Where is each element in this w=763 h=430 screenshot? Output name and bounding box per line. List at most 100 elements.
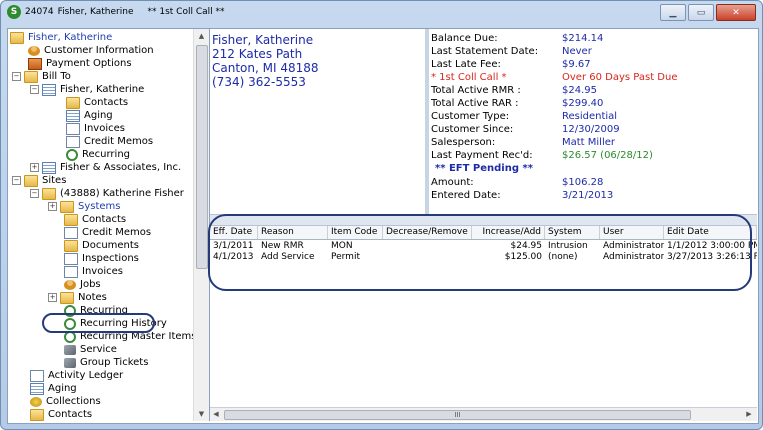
last-statement-label: Last Statement Date: bbox=[431, 46, 539, 57]
tree-item-label: Systems bbox=[78, 201, 121, 212]
total-rmr-label: Total Active RMR : bbox=[431, 85, 521, 96]
scroll-up-icon[interactable]: ▲ bbox=[194, 29, 209, 43]
tree-item-label: Service bbox=[80, 344, 117, 355]
last-late-fee-label: Last Late Fee: bbox=[431, 59, 501, 70]
tree-item-customer-information[interactable]: Customer Information bbox=[28, 44, 154, 57]
tree-item-collections[interactable]: Collections bbox=[30, 395, 101, 408]
total-rmr-value: $24.95 bbox=[562, 85, 597, 96]
tree-item-label: Fisher & Associates, Inc. bbox=[60, 162, 182, 173]
tree-item-notes[interactable]: + Notes bbox=[48, 291, 107, 304]
account-summary-panel: Balance Due: $214.14 Last Statement Date… bbox=[429, 29, 757, 214]
folder-icon bbox=[60, 291, 74, 304]
tree-item-label: Aging bbox=[48, 383, 77, 394]
amount-value: $106.28 bbox=[562, 177, 604, 188]
balance-due-value: $214.14 bbox=[562, 33, 604, 44]
tree-item-label: Credit Memos bbox=[84, 136, 154, 147]
recurring-history-callout bbox=[42, 313, 155, 333]
wrench-icon bbox=[64, 357, 76, 368]
scroll-left-icon[interactable]: ◀ bbox=[210, 408, 222, 420]
tree-item-label: Notes bbox=[78, 292, 107, 303]
folder-icon bbox=[42, 187, 56, 200]
tree-item-bill-to[interactable]: − Bill To bbox=[12, 70, 71, 83]
navigation-tree: Fisher, Katherine Customer Information P… bbox=[8, 29, 210, 421]
tree-item-label: Fisher, Katherine bbox=[60, 84, 145, 95]
tree-item-contacts[interactable]: Contacts bbox=[66, 96, 128, 109]
tree-vertical-scrollbar[interactable]: ▲ ▼ bbox=[193, 29, 209, 421]
collapse-icon[interactable]: − bbox=[30, 85, 39, 94]
doc-icon bbox=[66, 135, 80, 148]
customer-since-label: Customer Since: bbox=[431, 124, 514, 135]
tree-item-label: Payment Options bbox=[46, 58, 132, 69]
customer-since-value: 12/30/2009 bbox=[562, 124, 620, 135]
tree-item-site-contacts[interactable]: Contacts bbox=[64, 213, 126, 226]
tree-item-label: Recurring bbox=[82, 149, 130, 160]
wrench-icon bbox=[64, 344, 76, 355]
tree-item-root-contacts[interactable]: Contacts bbox=[30, 408, 92, 421]
tree-item-customer-root[interactable]: Fisher, Katherine bbox=[10, 31, 112, 44]
tree-item-sites[interactable]: − Sites bbox=[12, 174, 66, 187]
card-icon bbox=[28, 57, 42, 70]
doc-icon bbox=[64, 265, 78, 278]
last-statement-value: Never bbox=[562, 46, 592, 57]
tree-item-label: Documents bbox=[82, 240, 140, 251]
folder-icon bbox=[24, 174, 38, 187]
tree-item-label: Jobs bbox=[80, 279, 101, 290]
tree-item-activity-ledger[interactable]: Activity Ledger bbox=[30, 369, 123, 382]
grid-highlight-callout bbox=[208, 214, 752, 291]
last-payment-value: $26.57 (06/28/12) bbox=[562, 150, 653, 161]
customer-type-value: Residential bbox=[562, 111, 618, 122]
tree-item-aging[interactable]: Aging bbox=[66, 109, 113, 122]
doc-icon bbox=[64, 252, 78, 265]
grid-icon bbox=[66, 109, 80, 122]
tree-item-site-invoices[interactable]: Invoices bbox=[64, 265, 123, 278]
expand-icon[interactable]: + bbox=[48, 293, 57, 302]
tree-item-jobs[interactable]: Jobs bbox=[64, 278, 101, 291]
tree-item-label: Collections bbox=[46, 396, 101, 407]
customer-address-panel: Fisher, Katherine 212 Kates Path Canton,… bbox=[210, 29, 429, 214]
scroll-thumb[interactable]: III bbox=[224, 410, 691, 420]
minimize-button[interactable]: ▁ bbox=[660, 4, 686, 21]
tree-item-site-credit-memos[interactable]: Credit Memos bbox=[64, 226, 151, 239]
close-button[interactable]: ✕ bbox=[716, 4, 756, 21]
title-customer-id: 24074 bbox=[25, 7, 54, 17]
tree-item-label: Invoices bbox=[82, 266, 123, 277]
tree-item-documents[interactable]: Documents bbox=[64, 239, 139, 252]
tree-item-bill-to-fisher[interactable]: − Fisher, Katherine bbox=[30, 83, 144, 96]
person-icon bbox=[28, 45, 40, 56]
folder-icon bbox=[60, 200, 74, 213]
total-rar-value: $299.40 bbox=[562, 98, 604, 109]
tree-item-inspections[interactable]: Inspections bbox=[64, 252, 139, 265]
expand-icon[interactable]: + bbox=[30, 163, 39, 172]
tree-item-invoices[interactable]: Invoices bbox=[66, 122, 125, 135]
tree-item-label: Aging bbox=[84, 110, 113, 121]
grid-horizontal-scrollbar[interactable]: ◀ III ▶ bbox=[210, 407, 757, 421]
expand-icon[interactable]: + bbox=[48, 202, 57, 211]
tree-item-payment-options[interactable]: Payment Options bbox=[28, 57, 132, 70]
customer-name: Fisher, Katherine bbox=[212, 33, 314, 47]
folder-icon bbox=[30, 408, 44, 421]
scroll-thumb[interactable] bbox=[196, 45, 208, 269]
tree-item-group-tickets[interactable]: Group Tickets bbox=[64, 356, 148, 369]
tree-item-fisher-associates[interactable]: + Fisher & Associates, Inc. bbox=[30, 161, 181, 174]
tree-item-site-43888[interactable]: − (43888) Katherine Fisher bbox=[30, 187, 184, 200]
collapse-icon[interactable]: − bbox=[12, 72, 21, 81]
amount-label: Amount: bbox=[431, 177, 474, 188]
recurring-icon bbox=[66, 148, 78, 161]
maximize-button[interactable]: ▭ bbox=[688, 4, 714, 21]
tree-item-service[interactable]: Service bbox=[64, 343, 117, 356]
scroll-grip: III bbox=[454, 411, 461, 419]
scroll-right-icon[interactable]: ▶ bbox=[743, 408, 755, 420]
scroll-down-icon[interactable]: ▼ bbox=[194, 407, 209, 421]
collapse-icon[interactable]: − bbox=[12, 176, 21, 185]
collection-call-value: Over 60 Days Past Due bbox=[562, 72, 678, 83]
tree-item-recurring[interactable]: Recurring bbox=[66, 148, 130, 161]
tree-item-label: Contacts bbox=[48, 409, 93, 420]
tree-item-root-aging[interactable]: Aging bbox=[30, 382, 77, 395]
tree-item-label: Inspections bbox=[82, 253, 139, 264]
grid-icon bbox=[42, 83, 56, 96]
customer-city: Canton, MI 48188 bbox=[212, 61, 319, 75]
tree-item-credit-memos[interactable]: Credit Memos bbox=[66, 135, 153, 148]
tree-item-systems[interactable]: + Systems bbox=[48, 200, 121, 213]
customer-street: 212 Kates Path bbox=[212, 47, 303, 61]
collapse-icon[interactable]: − bbox=[30, 189, 39, 198]
